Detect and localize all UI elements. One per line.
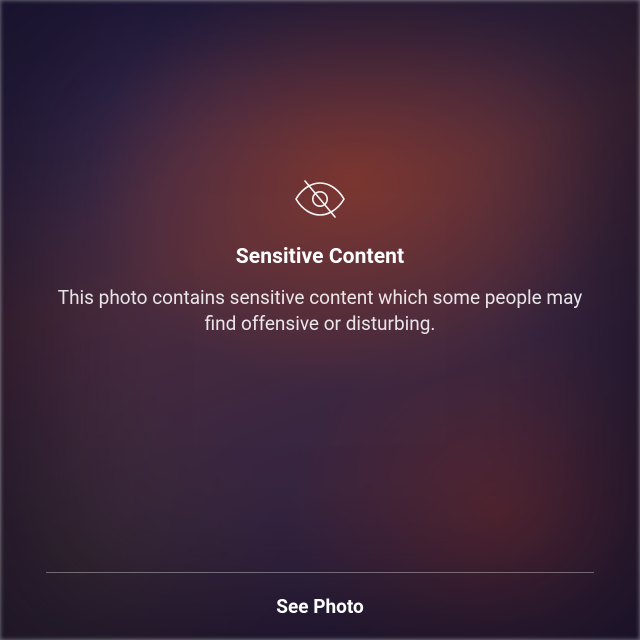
warning-center: Sensitive Content This photo contains se… [0,0,640,564]
footer: See Photo [0,572,640,640]
see-photo-button[interactable]: See Photo [46,573,594,640]
sensitive-content-overlay: Sensitive Content This photo contains se… [0,0,640,640]
warning-description: This photo contains sensitive content wh… [50,285,590,336]
warning-title: Sensitive Content [236,245,405,269]
hidden-eye-icon [293,179,347,219]
